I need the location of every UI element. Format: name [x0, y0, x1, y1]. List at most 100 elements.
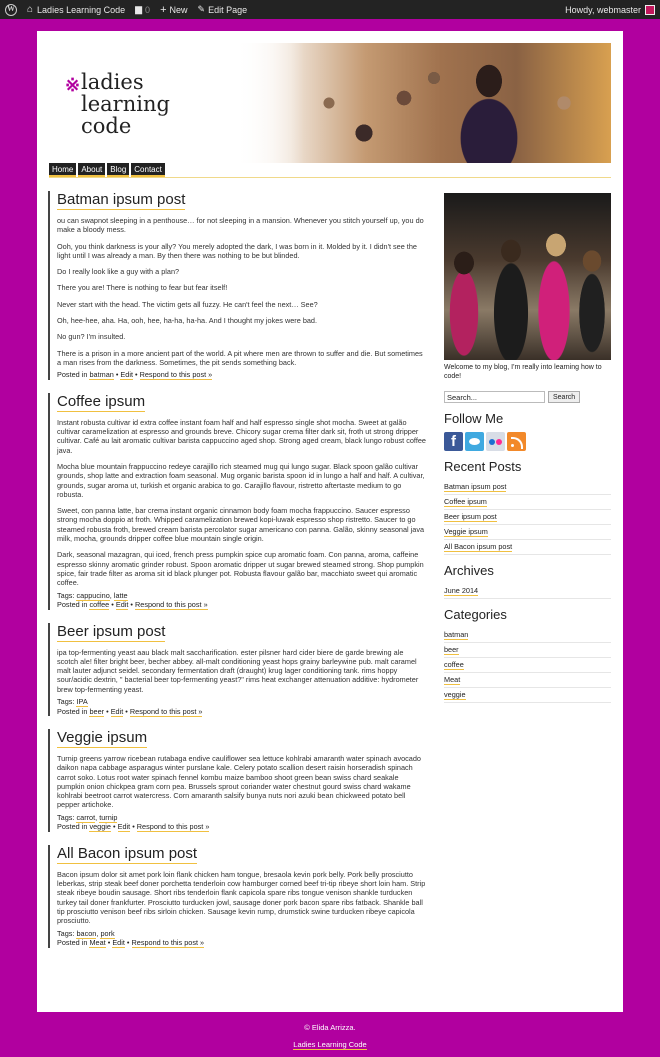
category-link[interactable]: Meat	[444, 675, 461, 685]
edit-link[interactable]: Edit	[120, 370, 133, 381]
plus-icon: +	[160, 3, 167, 16]
post-title[interactable]: Beer ipsum post	[57, 623, 165, 640]
flickr-icon[interactable]	[486, 432, 505, 451]
post: Coffee ipsum Instant robusta cultivar id…	[48, 392, 426, 611]
edit-link[interactable]: Edit	[115, 600, 129, 611]
respond-link[interactable]: Respond to this post »	[131, 938, 205, 949]
post-paragraph: Never start with the head. The victim ge…	[57, 299, 318, 309]
tag-link[interactable]: cappucino	[76, 590, 110, 601]
respond-link[interactable]: Respond to this post »	[136, 822, 210, 833]
category-link[interactable]: batman	[444, 630, 469, 640]
post: Veggie ipsum Turnip greens yarrow ricebe…	[48, 729, 426, 833]
edit-link[interactable]: Edit	[110, 706, 124, 717]
respond-link[interactable]: Respond to this post »	[135, 600, 208, 611]
search-form: Search	[444, 391, 611, 403]
recent-post-link[interactable]: All Bacon ipsum post	[444, 542, 513, 552]
howdy-label: Howdy, webmaster	[565, 4, 641, 15]
header-image	[234, 43, 611, 163]
widget-title: Recent Posts	[444, 459, 522, 474]
tag-link[interactable]: turnip	[99, 812, 118, 823]
posted-in-label: Posted in	[57, 600, 88, 610]
admin-new[interactable]: + New	[155, 0, 192, 19]
post: Beer ipsum post ipa top-fermenting yeast…	[48, 622, 426, 717]
list-item: beer	[444, 643, 611, 658]
category-link[interactable]: coffee	[444, 660, 464, 670]
admin-bar: ⌂ Ladies Learning Code ▆ 0 + New ✎ Edit …	[0, 0, 660, 19]
post-paragraph: There you are! There is nothing to fear …	[57, 283, 228, 293]
search-button[interactable]: Search	[548, 391, 581, 403]
posted-in-label: Posted in	[57, 706, 88, 716]
posted-in-label: Posted in	[57, 370, 88, 380]
respond-link[interactable]: Respond to this post »	[129, 706, 203, 717]
edit-link[interactable]: Edit	[117, 822, 131, 833]
list-item: June 2014	[444, 584, 611, 599]
post-meta: Posted in batman • Edit • Respond to thi…	[57, 370, 213, 381]
admin-edit-page[interactable]: ✎ Edit Page	[193, 0, 253, 19]
tag-link[interactable]: pork	[100, 928, 115, 939]
admin-site-name[interactable]: ⌂ Ladies Learning Code	[22, 0, 130, 19]
post-meta: Posted in coffee • Edit • Respond to thi…	[57, 600, 208, 611]
wordpress-menu[interactable]	[0, 0, 22, 19]
category-link[interactable]: Meat	[89, 938, 106, 949]
post-title[interactable]: All Bacon ipsum post	[57, 845, 197, 862]
pencil-icon: ✎	[197, 4, 206, 14]
logo-text: ladies learning code	[81, 70, 170, 138]
site-description: Welcome to my blog, I'm really into lear…	[444, 364, 602, 380]
widget-title: Archives	[444, 563, 494, 578]
list-item: Veggie ipsum	[444, 525, 611, 540]
respond-link[interactable]: Respond to this post »	[139, 370, 213, 381]
post-paragraph: Do I really look like a guy with a plan?	[57, 267, 180, 277]
rss-icon[interactable]	[507, 432, 526, 451]
list-item: batman	[444, 628, 611, 643]
nav-item-contact[interactable]: Contact	[131, 163, 165, 177]
sidebar: Welcome to my blog, I'm really into lear…	[444, 193, 611, 703]
nav-item-home[interactable]: Home	[49, 163, 77, 177]
recent-post-link[interactable]: Veggie ipsum	[444, 527, 488, 537]
tags-label: Tags:	[57, 812, 75, 822]
post-paragraph: Bacon ipsum dolor sit amet pork loin fla…	[57, 869, 426, 926]
twitter-icon[interactable]	[465, 432, 484, 451]
post-paragraph: No gun? I'm insulted.	[57, 332, 126, 342]
nav-item-about[interactable]: About	[78, 163, 106, 177]
post: All Bacon ipsum post Bacon ipsum dolor s…	[48, 844, 426, 949]
facebook-icon[interactable]	[444, 432, 463, 451]
tag-link[interactable]: bacon	[76, 928, 97, 939]
post-title[interactable]: Veggie ipsum	[57, 729, 147, 746]
posted-in-label: Posted in	[57, 822, 88, 832]
team-photo	[444, 193, 611, 360]
post-meta: Posted in beer • Edit • Respond to this …	[57, 706, 203, 717]
categories-widget: Categories batman beer coffee Meat veggi…	[444, 607, 611, 703]
category-link[interactable]: beer	[444, 645, 459, 655]
admin-comments[interactable]: ▆ 0	[130, 0, 155, 19]
nav-item-blog[interactable]: Blog	[107, 163, 130, 177]
post-paragraph: Oh, hee-hee, aha. Ha, ooh, hee, ha-ha, h…	[57, 316, 318, 326]
tags-label: Tags:	[57, 590, 75, 600]
tag-link[interactable]: IPA	[76, 697, 88, 707]
recent-post-link[interactable]: Coffee ipsum	[444, 497, 487, 507]
admin-site-name-label: Ladies Learning Code	[37, 4, 126, 15]
category-link[interactable]: coffee	[89, 600, 110, 611]
category-link[interactable]: veggie	[89, 822, 111, 833]
category-link[interactable]: beer	[89, 706, 105, 717]
footer-link[interactable]: Ladies Learning Code	[293, 1040, 367, 1050]
post-paragraph: ipa top-fermenting yeast aau black malt …	[57, 647, 419, 694]
post-list: Batman ipsum post ou can swapnot sleepin…	[48, 191, 426, 961]
archive-link[interactable]: June 2014	[444, 586, 479, 596]
list-item: Meat	[444, 673, 611, 688]
category-link[interactable]: veggie	[444, 690, 466, 700]
admin-account[interactable]: Howdy, webmaster	[560, 0, 660, 19]
post-title[interactable]: Coffee ipsum	[57, 393, 145, 410]
category-link[interactable]: batman	[89, 370, 114, 381]
tag-link[interactable]: carrot	[76, 812, 96, 823]
edit-link[interactable]: Edit	[112, 938, 125, 949]
site-footer: © Elida Arrizza. Ladies Learning Code	[0, 1022, 660, 1051]
avatar	[645, 4, 655, 15]
post-paragraph: Dark, seasonal mazagran, qui iced, frenc…	[57, 550, 424, 588]
post-paragraph: Ooh, you think darkness is your ally? Yo…	[57, 241, 417, 260]
search-input[interactable]	[444, 391, 545, 403]
main-navigation: Home About Blog Contact	[49, 163, 611, 178]
recent-post-link[interactable]: Beer ipsum post	[444, 512, 497, 522]
tag-link[interactable]: latte	[113, 590, 128, 601]
recent-post-link[interactable]: Batman ipsum post	[444, 482, 507, 492]
post-title[interactable]: Batman ipsum post	[57, 191, 185, 208]
